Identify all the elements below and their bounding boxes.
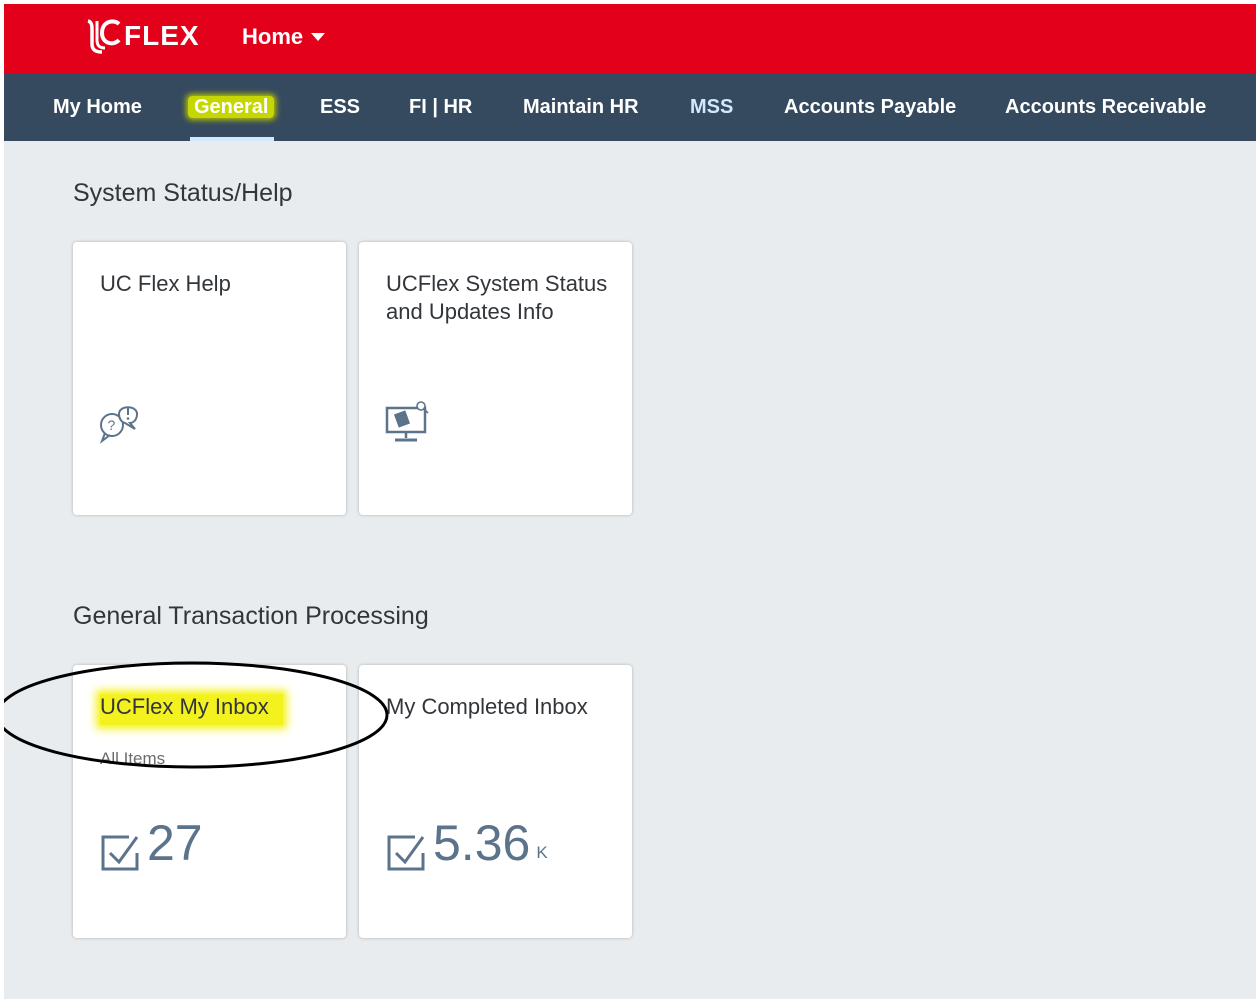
- help-chat-icon: ?: [97, 400, 147, 451]
- tile-system-status[interactable]: UCFlex System Status and Updates Info: [359, 242, 632, 515]
- checkbox-icon: [387, 835, 425, 871]
- logo-text: FLEX: [124, 20, 200, 51]
- kpi-indicator: 5.36 K: [385, 813, 548, 873]
- app-frame: FLEX Home My Home General ESS FI | HR Ma…: [4, 4, 1256, 999]
- home-menu-label: Home: [242, 24, 304, 49]
- kpi-value: 5.36: [433, 815, 531, 871]
- tile-uc-flex-help[interactable]: UC Flex Help ?: [73, 242, 346, 515]
- checkbox-icon: [101, 835, 139, 871]
- tab-accounts-payable[interactable]: Accounts Payable: [784, 73, 956, 141]
- tab-mss[interactable]: MSS: [690, 73, 733, 141]
- kpi-value: 27: [147, 815, 203, 871]
- tile-title: UC Flex Help: [100, 271, 231, 296]
- section-title-system-status: System Status/Help: [73, 179, 293, 207]
- section-title-transaction-processing: General Transaction Processing: [73, 602, 429, 630]
- ucflex-logo[interactable]: FLEX: [84, 18, 200, 54]
- tab-general[interactable]: General: [188, 73, 275, 141]
- shell-header: FLEX Home: [4, 4, 1256, 73]
- tile-my-completed-inbox[interactable]: My Completed Inbox 5.36 K: [359, 665, 632, 938]
- tile-title: UCFlex System Status and Updates Info: [386, 271, 608, 324]
- tile-my-inbox[interactable]: UCFlex My Inbox All Items 27: [73, 665, 346, 938]
- active-tab-underline: [190, 137, 274, 141]
- caret-down-icon: [311, 33, 326, 41]
- kpi-unit: K: [536, 843, 548, 862]
- tab-ess[interactable]: ESS: [320, 73, 360, 141]
- tile-title-highlight: UCFlex My Inbox: [100, 694, 283, 725]
- svg-text:?: ?: [108, 417, 116, 433]
- kpi-indicator: 27: [99, 813, 203, 873]
- tile-subtitle: All Items: [100, 749, 166, 768]
- tab-accounts-receivable[interactable]: Accounts Receivable: [1005, 73, 1206, 141]
- monitor-search-icon: [383, 400, 433, 451]
- tab-my-home[interactable]: My Home: [53, 73, 142, 141]
- tab-fi-hr[interactable]: FI | HR: [409, 73, 472, 141]
- tile-title: UCFlex My Inbox: [100, 693, 326, 725]
- tab-general-label: General: [188, 96, 275, 118]
- tile-title: My Completed Inbox: [386, 694, 588, 719]
- tab-maintain-hr[interactable]: Maintain HR: [523, 73, 639, 141]
- nav-bar: My Home General ESS FI | HR Maintain HR …: [4, 73, 1256, 141]
- uc-logo-icon: [87, 19, 121, 54]
- home-menu-button[interactable]: Home: [242, 24, 326, 50]
